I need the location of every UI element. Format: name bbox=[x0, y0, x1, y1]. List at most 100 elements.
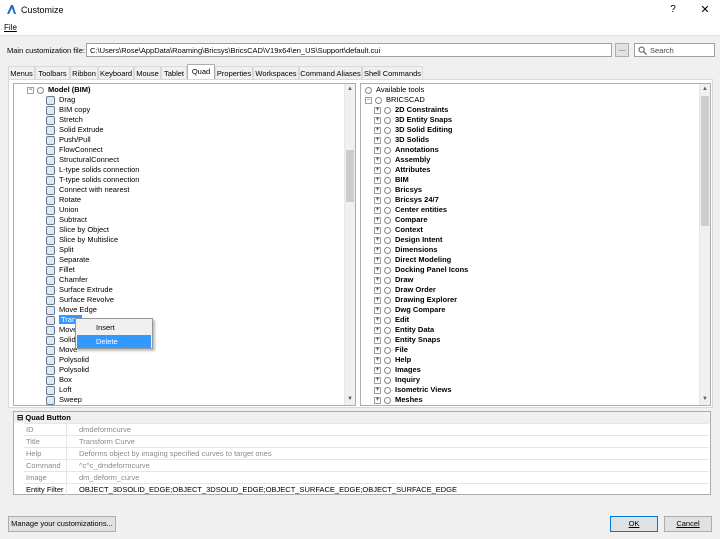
tool-group-item[interactable]: + Design Intent bbox=[374, 235, 443, 245]
search-box[interactable] bbox=[634, 43, 715, 57]
tool-group-item[interactable]: + Compare bbox=[374, 215, 428, 225]
tool-group-item[interactable]: + Isometric Views bbox=[374, 385, 452, 395]
tool-group-item[interactable]: + Entity Snaps bbox=[374, 335, 440, 345]
expand-icon[interactable]: + bbox=[374, 276, 381, 284]
tool-group-item[interactable]: + BIM bbox=[374, 175, 409, 185]
tree-item[interactable]: Stretch bbox=[46, 115, 83, 125]
tree-item[interactable]: Solid bbox=[46, 335, 76, 345]
tree-item[interactable]: Surface Extrude bbox=[46, 285, 113, 295]
property-row-help[interactable]: Help Deforms object by imaging specified … bbox=[24, 447, 709, 459]
expand-icon[interactable]: + bbox=[374, 126, 381, 134]
expand-icon[interactable]: + bbox=[374, 146, 381, 154]
right-tree-scrollbar[interactable]: ▲ ▼ bbox=[699, 84, 710, 405]
tool-group-item[interactable]: + Help bbox=[374, 355, 411, 365]
tab-workspaces[interactable]: Workspaces bbox=[253, 66, 299, 79]
tool-group-item[interactable]: + Dimensions bbox=[374, 245, 438, 255]
tree-root-bricscad[interactable]: − BRICSCAD bbox=[365, 95, 425, 105]
expand-icon[interactable]: + bbox=[374, 246, 381, 254]
tab-properties[interactable]: Properties bbox=[215, 66, 253, 79]
tab-shell-commands[interactable]: Shell Commands bbox=[362, 66, 423, 79]
scroll-thumb[interactable] bbox=[701, 96, 709, 226]
property-row-image[interactable]: Image dm_deform_curve bbox=[24, 471, 709, 483]
expand-icon[interactable]: + bbox=[374, 376, 381, 384]
tree-item[interactable]: Slice by Object bbox=[46, 225, 109, 235]
scroll-up-icon[interactable]: ▲ bbox=[700, 84, 710, 95]
expand-icon[interactable]: + bbox=[374, 156, 381, 164]
tab-mouse[interactable]: Mouse bbox=[134, 66, 161, 79]
properties-header[interactable]: ⊟ Quad Button bbox=[14, 412, 710, 423]
tree-item[interactable]: Polysolid bbox=[46, 365, 89, 375]
tree-item[interactable]: Move Edge bbox=[46, 305, 97, 315]
tool-group-item[interactable]: + Edit bbox=[374, 315, 409, 325]
tool-group-item[interactable]: + Dwg Compare bbox=[374, 305, 445, 315]
expand-icon[interactable]: + bbox=[374, 366, 381, 374]
browse-button[interactable]: ... bbox=[615, 43, 629, 57]
property-row-id[interactable]: ID dmdeformcurve bbox=[24, 423, 709, 435]
tab-menus[interactable]: Menus bbox=[8, 66, 35, 79]
tab-command-aliases[interactable]: Command Aliases bbox=[299, 66, 362, 79]
tool-group-item[interactable]: + Attributes bbox=[374, 165, 430, 175]
expand-icon[interactable]: + bbox=[374, 386, 381, 394]
expand-icon[interactable]: + bbox=[374, 136, 381, 144]
tab-tablet[interactable]: Tablet bbox=[161, 66, 187, 79]
expand-icon[interactable]: + bbox=[374, 286, 381, 294]
tree-item[interactable]: Connect with nearest bbox=[46, 185, 129, 195]
expand-icon[interactable]: + bbox=[374, 176, 381, 184]
tool-group-item[interactable]: + Bricsys bbox=[374, 185, 422, 195]
help-button[interactable]: ? bbox=[660, 0, 686, 20]
expand-icon[interactable]: + bbox=[374, 166, 381, 174]
expand-icon[interactable]: + bbox=[374, 106, 381, 114]
tree-item[interactable]: Slice by Multislice bbox=[46, 235, 118, 245]
expand-icon[interactable]: + bbox=[374, 226, 381, 234]
expand-icon[interactable]: + bbox=[374, 396, 381, 404]
tree-item[interactable]: Union bbox=[46, 205, 79, 215]
cancel-button[interactable]: Cancel bbox=[664, 516, 712, 532]
tool-group-item[interactable]: + Direct Modeling bbox=[374, 255, 451, 265]
tree-item[interactable]: Surface Revolve bbox=[46, 295, 114, 305]
tree-item[interactable]: StructuralConnect bbox=[46, 155, 119, 165]
tree-item[interactable]: Drag bbox=[46, 95, 75, 105]
tree-item[interactable]: BIM copy bbox=[46, 105, 90, 115]
expand-icon[interactable]: + bbox=[374, 316, 381, 324]
tree-item[interactable]: Move bbox=[46, 345, 77, 355]
tree-item[interactable]: Fillet bbox=[46, 265, 75, 275]
tab-ribbon[interactable]: Ribbon bbox=[70, 66, 98, 79]
tree-item[interactable]: Separate bbox=[46, 255, 89, 265]
available-tools-tree[interactable]: Available tools − BRICSCAD +2D Constraint… bbox=[360, 83, 711, 406]
tool-group-item[interactable]: + Bricsys 24/7 bbox=[374, 195, 439, 205]
collapse-icon[interactable]: − bbox=[27, 86, 34, 94]
scroll-thumb[interactable] bbox=[346, 150, 354, 202]
close-button[interactable]: ✕ bbox=[690, 0, 720, 20]
tab-keyboard[interactable]: Keyboard bbox=[98, 66, 134, 79]
tool-group-item[interactable]: + Inquiry bbox=[374, 375, 420, 385]
tool-group-item[interactable]: +3D Solid Editing bbox=[374, 125, 453, 135]
expand-icon[interactable]: + bbox=[374, 336, 381, 344]
expand-icon[interactable]: + bbox=[374, 346, 381, 354]
tree-item[interactable]: Box bbox=[46, 375, 72, 385]
expand-icon[interactable]: + bbox=[374, 196, 381, 204]
tool-group-item[interactable]: + Assembly bbox=[374, 155, 430, 165]
expand-icon[interactable]: + bbox=[374, 236, 381, 244]
tree-item[interactable]: Move bbox=[46, 325, 77, 335]
tool-group-item[interactable]: + Annotations bbox=[374, 145, 439, 155]
tool-group-item[interactable]: +2D Constraints bbox=[374, 105, 448, 115]
main-file-path-field[interactable]: C:\Users\Rose\AppData\Roaming\Bricsys\Br… bbox=[86, 43, 612, 57]
property-row-command[interactable]: Command ^c^c_dmdeformcurve bbox=[24, 459, 709, 471]
property-row-entity-filter[interactable]: Entity Filter OBJECT_3DSOLID_EDGE;OBJECT_… bbox=[24, 483, 709, 495]
left-tree-scrollbar[interactable]: ▲ ▼ bbox=[344, 84, 355, 405]
scroll-down-icon[interactable]: ▼ bbox=[345, 394, 355, 405]
expand-icon[interactable]: + bbox=[374, 296, 381, 304]
expand-icon[interactable]: + bbox=[374, 356, 381, 364]
expand-icon[interactable]: + bbox=[374, 266, 381, 274]
expand-icon[interactable]: + bbox=[374, 116, 381, 124]
tool-group-item[interactable]: + File bbox=[374, 345, 408, 355]
tool-group-item[interactable]: +3D Solids bbox=[374, 135, 429, 145]
tree-item[interactable]: Solid Extrude bbox=[46, 125, 104, 135]
tree-item[interactable]: Subtract bbox=[46, 215, 87, 225]
ok-button[interactable]: OK bbox=[610, 516, 658, 532]
context-menu-delete[interactable]: Delete bbox=[77, 335, 151, 348]
expand-icon[interactable]: + bbox=[374, 326, 381, 334]
tool-group-item[interactable]: +3D Entity Snaps bbox=[374, 115, 452, 125]
collapse-icon[interactable]: − bbox=[365, 96, 372, 104]
property-row-title[interactable]: Title Transform Curve bbox=[24, 435, 709, 447]
